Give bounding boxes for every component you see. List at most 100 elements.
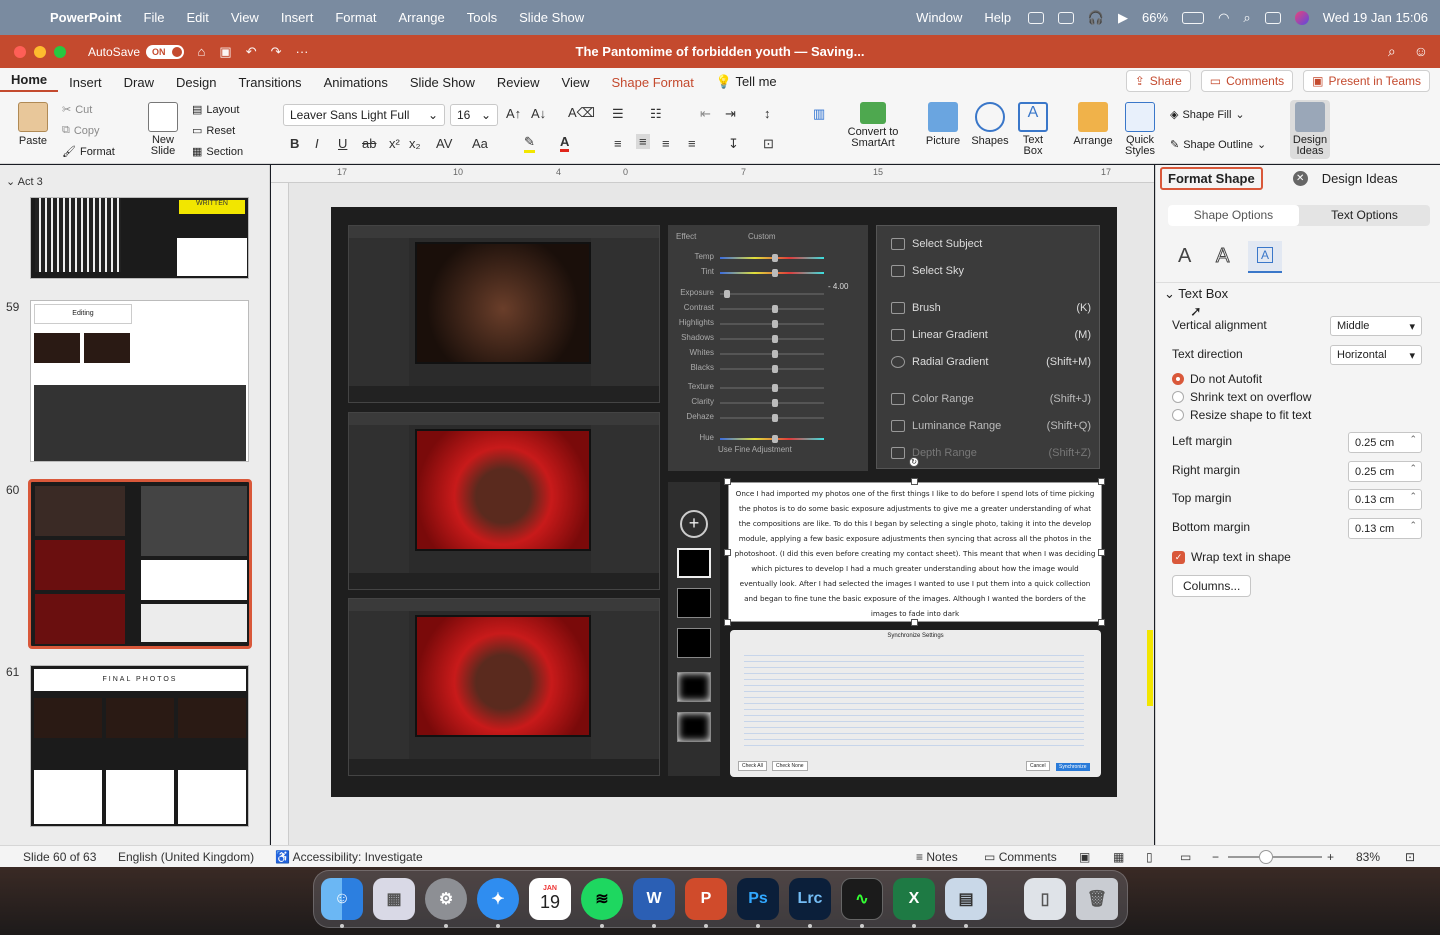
menu-help[interactable]: Help [973,10,1022,25]
mask-thumb[interactable] [677,548,711,578]
download-icon[interactable] [1027,11,1044,24]
shapes-button[interactable]: Shapes [970,102,1010,147]
lr-slider-row[interactable]: Dehaze [668,412,868,424]
share-button[interactable]: ⇪ Share [1125,70,1191,92]
autofit-resize-radio[interactable]: Resize shape to fit text [1172,408,1311,422]
undo-icon[interactable]: ↶ [246,44,257,60]
lr-slider-row[interactable]: Temp [668,252,868,264]
lr-slider-row[interactable]: Texture [668,382,868,394]
tab-tell-me[interactable]: 💡 Tell me [705,74,788,90]
font-name-select[interactable]: Leaver Sans Light Full ⌄ [283,104,445,126]
search-icon[interactable]: ⌕ [1388,43,1396,60]
resize-handle[interactable] [724,549,731,556]
underline-icon[interactable]: U [338,136,347,151]
tab-slideshow[interactable]: Slide Show [399,75,486,90]
account-icon[interactable]: ☺ [1414,43,1428,60]
tab-review[interactable]: Review [486,75,551,90]
autofit-none-radio[interactable]: Do not Autofit [1172,372,1262,386]
clear-format-icon[interactable]: A⌫ [568,105,595,121]
presenter-view-icon[interactable]: ▭ [1180,850,1191,864]
tab-draw[interactable]: Draw [113,75,165,90]
tab-design[interactable]: Design [165,75,227,90]
wifi-icon[interactable]: ◠ [1218,10,1229,26]
increase-indent-icon[interactable]: ⇥ [725,106,736,122]
slide-thumbnail-61[interactable]: FINAL PHOTOS [30,665,249,827]
shape-options-tab[interactable]: Shape Options [1168,205,1299,226]
battery-icon[interactable] [1182,11,1205,24]
mask-item[interactable]: Radial Gradient (Shift+M) [891,356,1091,369]
autofit-shrink-radio[interactable]: Shrink text on overflow [1172,390,1311,404]
lr-screenshot-1[interactable] [348,225,660,403]
text-direction-dropdown[interactable]: Horizontal ▾ [1330,345,1422,365]
align-left-icon[interactable]: ≡ [614,136,622,151]
resize-handle[interactable] [911,619,918,626]
resize-handle[interactable] [1098,619,1105,626]
resize-handle[interactable] [724,619,731,626]
left-margin-input[interactable]: 0.25 cm [1348,432,1422,453]
font-size-select[interactable]: 16 ⌄ [450,104,498,126]
redo-icon[interactable]: ↷ [271,44,282,60]
minimize-window-button[interactable] [34,45,46,58]
design-ideas-button[interactable]: Design Ideas [1290,100,1330,159]
format-painter-button[interactable]: 🖌 Format [62,145,115,159]
close-window-button[interactable] [14,45,26,58]
mask-item[interactable]: Depth Range (Shift+Z) [891,447,1091,460]
fit-slide-icon[interactable]: ⊡ [1405,850,1415,864]
menu-slideshow[interactable]: Slide Show [508,10,595,25]
zoom-slider-thumb[interactable] [1259,850,1273,864]
mask-thumb[interactable] [677,628,711,658]
lr-screenshot-2[interactable] [348,412,660,590]
decrease-indent-icon[interactable]: ⇤ [700,106,711,122]
convert-smartart-button[interactable]: Convert to SmartArt [846,102,900,149]
menu-view[interactable]: View [220,10,270,25]
subscript-icon[interactable]: x₂ [409,136,421,151]
text-fill-icon[interactable]: A [1178,245,1191,268]
numbering-icon[interactable]: ☷ [650,106,662,122]
cut-button[interactable]: ✂ Cut [62,103,92,117]
documents-folder-icon[interactable]: ▯ [1024,878,1066,920]
tab-insert[interactable]: Insert [58,75,113,90]
safari-icon[interactable]: ✦ [477,878,519,920]
change-case-icon[interactable]: Aa [472,136,488,151]
bullets-icon[interactable]: ☰ [612,106,624,122]
quick-styles-button[interactable]: Quick Styles [1120,102,1160,157]
rotate-handle-icon[interactable]: ↻ [909,457,919,467]
font-color-icon[interactable]: A [560,134,570,152]
menu-insert[interactable]: Insert [270,10,325,25]
top-margin-input[interactable]: 0.13 cm [1348,489,1422,510]
lr-slider-row[interactable]: Contrast [668,303,868,315]
align-center-icon[interactable]: ≡ [636,134,650,149]
slide-thumbnail-60-selected[interactable] [28,479,252,649]
textbox-options-icon[interactable]: A [1248,241,1282,273]
activity-monitor-icon[interactable]: ∿ [841,878,883,920]
arrange-button[interactable]: Arrange [1071,102,1115,147]
more-icon[interactable]: ··· [296,44,309,59]
highlight-icon[interactable]: ✎ [524,134,535,153]
reading-view-icon[interactable]: ▯ [1146,850,1153,864]
mask-thumb[interactable] [677,588,711,618]
powerpoint-icon[interactable]: P [685,878,727,920]
menu-app[interactable]: PowerPoint [50,10,133,25]
tab-shape-format[interactable]: Shape Format [601,75,705,90]
mask-item[interactable]: Select Sky [891,265,1091,278]
close-pane-icon[interactable]: ✕ [1292,170,1308,186]
home-icon[interactable]: ⌂ [198,44,206,59]
mask-thumb[interactable] [677,672,711,702]
resize-handle[interactable] [911,478,918,485]
slide-thumbnails-pane[interactable]: ⌄ Act 3 WRITTEN 59 Editing 60 61 FINAL P… [0,165,270,845]
zoom-slider[interactable] [1228,856,1322,858]
accessibility-status[interactable]: ♿ Accessibility: Investigate [275,850,423,864]
mask-item[interactable]: Brush (K) [891,302,1091,315]
menu-window[interactable]: Window [905,10,973,25]
slide-60[interactable]: Effect Custom Temp Tint Exposure Contrast Hi… [331,207,1117,797]
shape-outline-button[interactable]: ✎ Shape Outline ⌄ [1170,138,1266,152]
photoshop-icon[interactable]: Ps [737,878,779,920]
align-text-icon[interactable]: ⊡ [763,136,774,152]
scroll-indicator[interactable] [1147,630,1153,706]
lightroom-classic-icon[interactable]: Lrc [789,878,831,920]
strikethrough-icon[interactable]: ab [362,136,376,151]
tab-view[interactable]: View [551,75,601,90]
autosave-toggle[interactable]: ON [146,44,184,59]
text-effects-icon[interactable]: A [1215,245,1229,268]
mask-item[interactable]: Luminance Range (Shift+Q) [891,420,1091,433]
